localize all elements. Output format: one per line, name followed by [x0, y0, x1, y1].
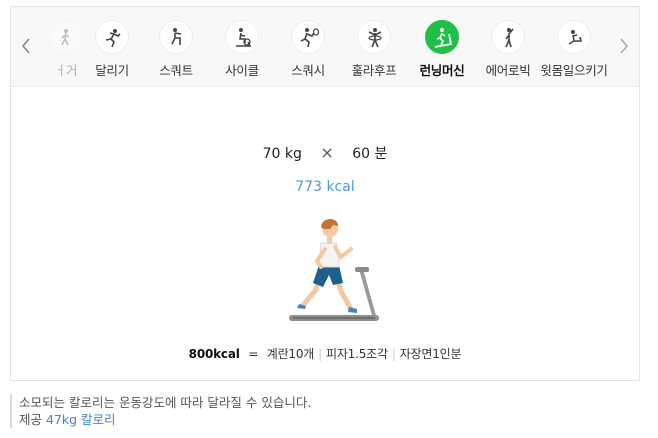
calorie-equivalents: 800kcal = 계란10개 | 피자1.5조각 | 자장면1인분: [11, 345, 639, 362]
weight-value: 70 kg: [262, 146, 302, 162]
separator: |: [391, 347, 396, 361]
provider-line: 제공 47kg 칼로리: [19, 411, 311, 428]
squash-icon: [291, 20, 325, 54]
squat-icon: [159, 20, 193, 54]
treadmill-icon: [425, 20, 459, 54]
exercise-tab-bar: ㅓ거 달리기 스쿼트 사이클 스쿼시 훌라후프 런닝머신 에어로빅 윗몸일으키기: [11, 7, 639, 87]
prev-arrow-button[interactable]: [19, 35, 33, 57]
tab-hula-hoop[interactable]: 훌라후프: [341, 7, 407, 86]
aerobics-icon: [491, 20, 525, 54]
equivalent-item: 피자1.5조각: [325, 347, 388, 361]
next-arrow-button[interactable]: [617, 35, 631, 57]
tab-label-hula-hoop: 훌라후프: [351, 63, 397, 78]
hula-hoop-icon: [357, 20, 391, 54]
walking-icon: [49, 20, 83, 54]
running-icon: [95, 20, 129, 54]
calorie-notes: 소모되는 칼로리는 운동강도에 따라 달라질 수 있습니다. 제공 47kg 칼…: [10, 394, 311, 428]
tab-treadmill[interactable]: 런닝머신: [409, 7, 475, 86]
tab-running[interactable]: 달리기: [79, 7, 145, 86]
equivalent-base: 800kcal: [188, 347, 240, 361]
tab-squash[interactable]: 스쿼시: [275, 7, 341, 86]
tab-cycling[interactable]: 사이클: [209, 7, 275, 86]
provider-link[interactable]: 47kg 칼로리: [46, 412, 116, 427]
calorie-result: 773 kcal: [295, 179, 355, 195]
intensity-disclaimer: 소모되는 칼로리는 운동강도에 따라 달라질 수 있습니다.: [19, 395, 312, 410]
separator: |: [318, 347, 322, 361]
tab-aerobics[interactable]: 에어로빅: [475, 7, 541, 86]
tab-squat[interactable]: 스쿼트: [143, 7, 209, 86]
cycling-icon: [225, 20, 259, 54]
provider-prefix: 제공: [19, 412, 43, 427]
calorie-formula: 70 kg × 60 분: [11, 143, 639, 163]
tab-label-situp: 윗몸일으키기: [540, 63, 608, 78]
equivalent-item: 자장면1인분: [399, 347, 462, 361]
equals-sign: =: [248, 347, 259, 361]
tab-situp[interactable]: 윗몸일으키기: [540, 7, 608, 86]
treadmill-runner-illustration: [275, 207, 385, 325]
duration-value: 60 분: [352, 146, 388, 162]
times-icon: ×: [320, 143, 334, 162]
calorie-calculator-card: ㅓ거 달리기 스쿼트 사이클 스쿼시 훌라후프 런닝머신 에어로빅 윗몸일으키기…: [10, 6, 640, 381]
situp-icon: [557, 20, 591, 54]
equivalent-item: 계란10개: [266, 347, 315, 361]
